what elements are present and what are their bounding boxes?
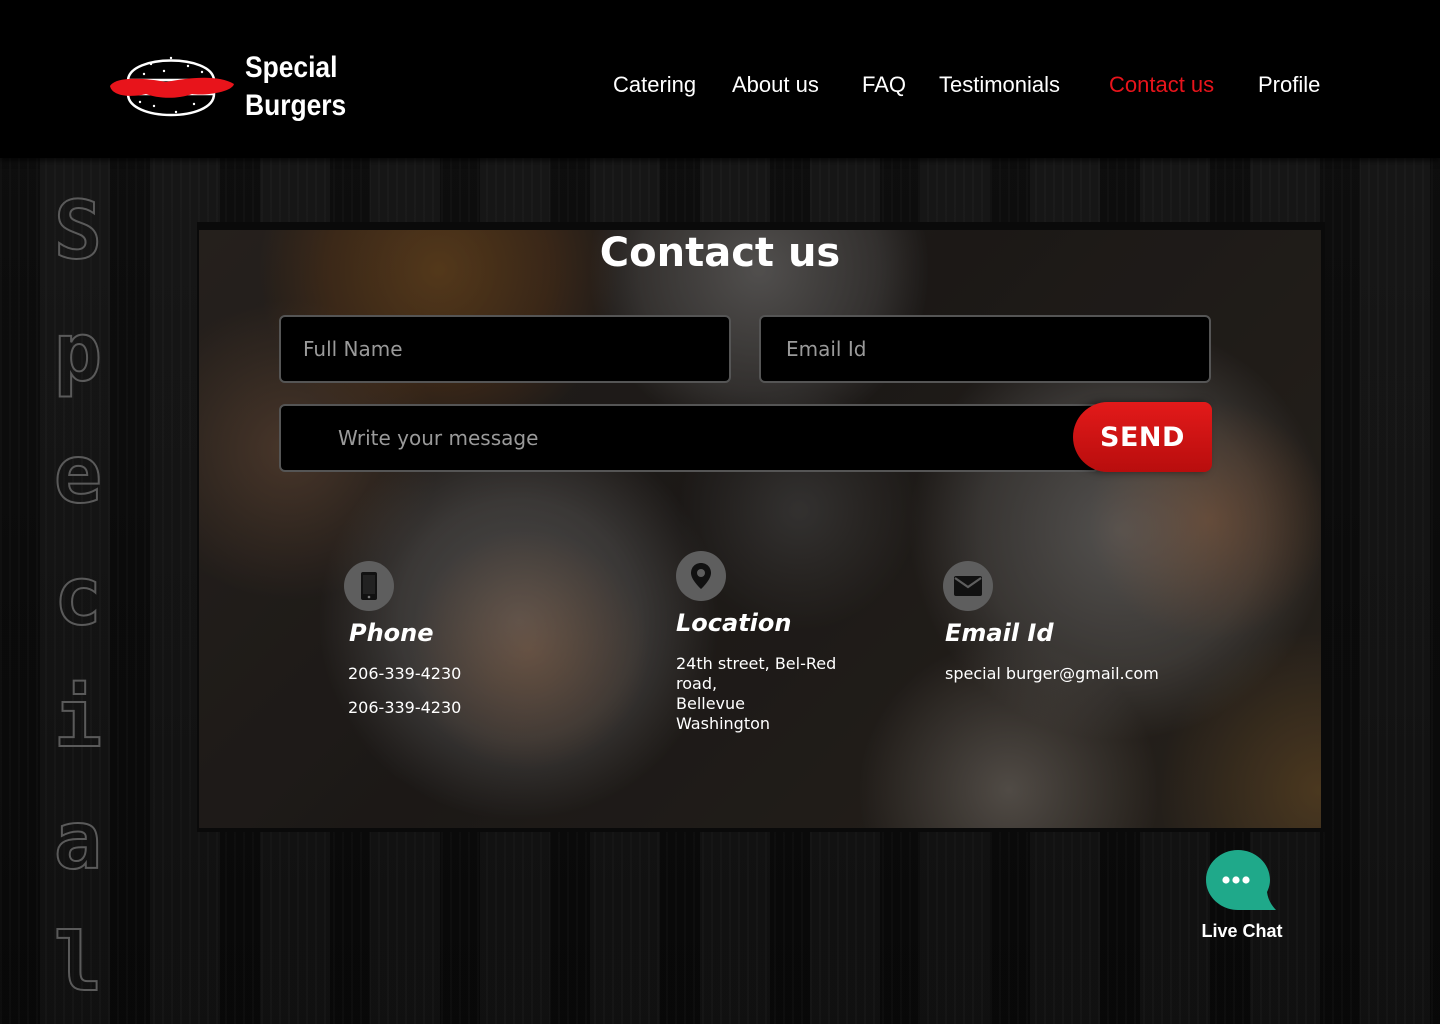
- send-button[interactable]: SEND: [1073, 402, 1212, 472]
- email-address[interactable]: special burger@gmail.com: [945, 664, 1159, 684]
- phone-icon: [344, 561, 394, 611]
- location-line: Washington: [676, 714, 771, 733]
- email-input[interactable]: [784, 336, 1209, 362]
- mail-icon: [943, 561, 993, 611]
- location-pin-icon: [676, 551, 726, 601]
- location-line: road,: [676, 674, 718, 693]
- location-line: 24th street, Bel-Red: [676, 654, 837, 673]
- nav-item-contact-us[interactable]: Contact us: [1109, 72, 1214, 98]
- page-title: Contact us: [599, 229, 841, 276]
- phone-title: Phone: [349, 619, 434, 647]
- full-name-input[interactable]: [301, 336, 729, 362]
- side-letter: a: [53, 793, 103, 888]
- location-line: Bellevue: [676, 694, 746, 713]
- side-letter: c: [53, 549, 103, 644]
- side-letter: i: [53, 671, 103, 766]
- message-input[interactable]: [336, 425, 1097, 451]
- nav-item-about-us[interactable]: About us: [732, 72, 819, 98]
- live-chat-label: Live Chat: [1201, 921, 1283, 941]
- phone-number[interactable]: 206-339-4230: [348, 664, 461, 684]
- side-letter: l: [53, 915, 103, 1010]
- nav-item-testimonials[interactable]: Testimonials: [939, 72, 1060, 98]
- email-field-wrapper: [759, 315, 1211, 383]
- phone-number[interactable]: 206-339-4230: [348, 698, 461, 718]
- side-decorative-word: S p e c i a l: [40, 170, 116, 1024]
- side-letter: p: [53, 305, 103, 400]
- location-title: Location: [676, 609, 792, 637]
- nav-item-faq[interactable]: FAQ: [862, 72, 906, 98]
- main-nav: Catering About us FAQ Testimonials Conta…: [0, 72, 1440, 102]
- site-header: Special Burgers Catering About us FAQ Te…: [0, 0, 1440, 158]
- chat-bubble-icon: [1206, 850, 1276, 910]
- full-name-field-wrapper: [279, 315, 731, 383]
- side-letter: e: [53, 427, 103, 522]
- nav-item-profile[interactable]: Profile: [1258, 72, 1320, 98]
- nav-item-catering[interactable]: Catering: [613, 72, 696, 98]
- message-field-wrapper: [279, 404, 1099, 472]
- email-title: Email Id: [945, 619, 1054, 647]
- live-chat-widget[interactable]: Live Chat: [1190, 848, 1294, 948]
